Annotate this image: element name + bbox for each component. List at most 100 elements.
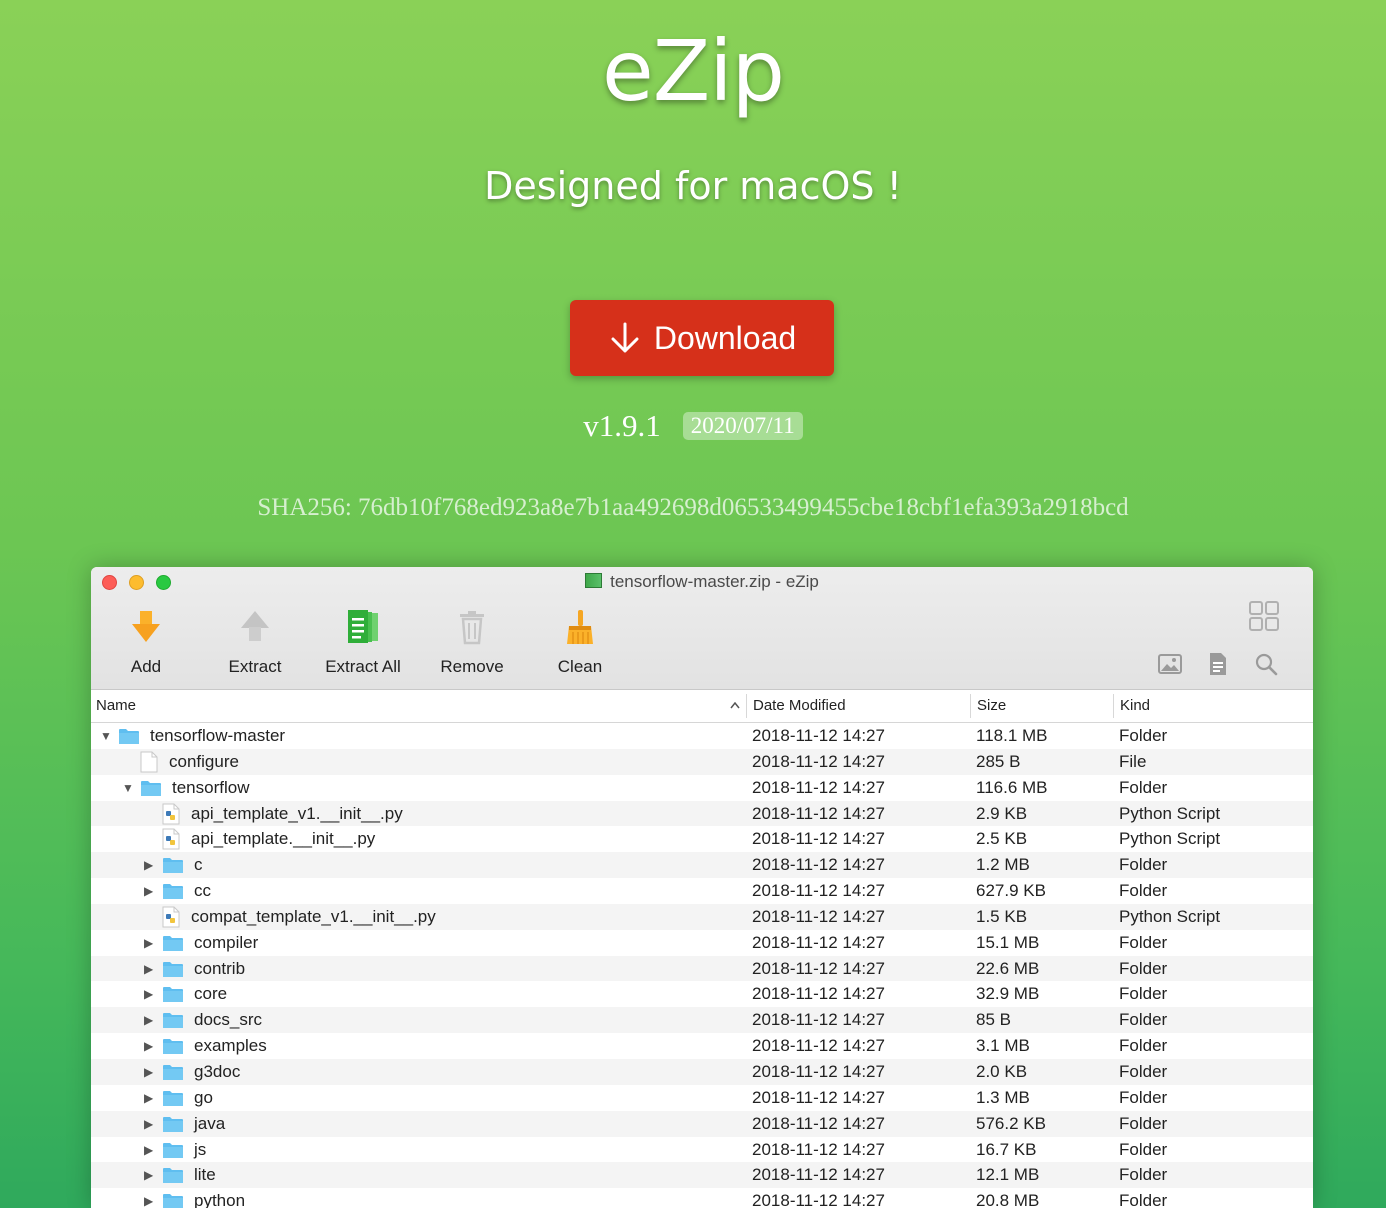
file-row[interactable]: ▶ compiler 2018-11-12 14:27 15.1 MB Folder — [91, 930, 1313, 956]
clean-button[interactable]: Clean — [530, 605, 630, 677]
file-list: ▼ tensorflow-master 2018-11-12 14:27 118.1 … — [91, 723, 1313, 1208]
disclosure-collapsed-icon[interactable]: ▶ — [144, 1059, 153, 1085]
disclosure-collapsed-icon[interactable]: ▶ — [144, 1033, 153, 1059]
file-size: 15.1 MB — [976, 932, 1040, 952]
sort-ascending-icon — [730, 702, 740, 709]
disclosure-collapsed-icon[interactable]: ▶ — [144, 981, 153, 1007]
file-kind: Folder — [1119, 726, 1168, 745]
file-date: 2018-11-12 14:27 — [752, 1036, 885, 1056]
file-date: 2018-11-12 14:27 — [752, 855, 885, 875]
file-row[interactable]: ▼ tensorflow-master 2018-11-12 14:27 118.1 … — [91, 723, 1313, 749]
file-row[interactable]: ▶ python 2018-11-12 14:27 20.8 MB Folder — [91, 1188, 1313, 1208]
file-kind: Folder — [1119, 777, 1168, 797]
column-header-name[interactable]: Name — [91, 690, 746, 722]
add-label: Add — [130, 657, 162, 676]
extract-all-documents-icon — [348, 610, 378, 643]
image-preview-icon[interactable] — [1158, 653, 1182, 675]
column-header-size[interactable]: Size — [972, 690, 1112, 722]
trash-icon — [460, 611, 484, 645]
remove-button[interactable]: Remove — [422, 605, 522, 677]
file-kind: Folder — [1119, 1061, 1168, 1081]
app-subtitle: Designed for macOS ! — [484, 164, 902, 208]
file-date: 2018-11-12 14:27 — [752, 1061, 885, 1081]
file-name: examples — [194, 1036, 267, 1056]
file-row[interactable]: ▶ cc 2018-11-12 14:27 627.9 KB Folder — [91, 878, 1313, 904]
download-button[interactable]: Download — [570, 300, 834, 376]
disclosure-collapsed-icon[interactable]: ▶ — [144, 1111, 153, 1137]
file-row[interactable]: ▶ examples 2018-11-12 14:27 3.1 MB Folder — [91, 1033, 1313, 1059]
folder-icon — [162, 1090, 184, 1112]
folder-icon — [162, 1167, 184, 1189]
file-row[interactable]: api_template_v1.__init__.py 2018-11-12 14… — [91, 800, 1313, 827]
file-kind: Folder — [1119, 932, 1168, 952]
extract-all-button[interactable]: Extract All — [313, 605, 413, 677]
disclosure-collapsed-icon[interactable]: ▶ — [144, 930, 153, 956]
file-name: python — [194, 1191, 246, 1208]
file-row[interactable]: configure 2018-11-12 14:27 285 B File — [91, 748, 1313, 775]
disclosure-collapsed-icon[interactable]: ▶ — [144, 878, 153, 904]
file-kind: Folder — [1119, 1113, 1168, 1133]
disclosure-expanded-icon[interactable]: ▼ — [100, 723, 112, 749]
file-kind: Folder — [1119, 1036, 1168, 1056]
disclosure-collapsed-icon[interactable]: ▶ — [144, 956, 153, 982]
window-title: tensorflow-master.zip - eZip — [91, 572, 1313, 592]
file-row[interactable]: ▶ g3doc 2018-11-12 14:27 2.0 KB Folder — [91, 1058, 1313, 1085]
file-date: 2018-11-12 14:27 — [752, 777, 885, 797]
file-date: 2018-11-12 14:27 — [752, 726, 885, 745]
search-icon[interactable] — [1254, 652, 1278, 676]
disclosure-collapsed-icon[interactable]: ▶ — [144, 852, 153, 878]
column-header-kind[interactable]: Kind — [1115, 690, 1313, 722]
file-size: 116.6 MB — [976, 777, 1048, 797]
extract-arrow-icon — [241, 611, 269, 641]
add-button[interactable]: Add — [96, 605, 196, 677]
file-row[interactable]: compat_template_v1.__init__.py 2018-11-12… — [91, 903, 1313, 930]
column-divider[interactable] — [970, 694, 971, 718]
broom-icon — [567, 610, 593, 644]
download-label: Download — [653, 319, 797, 356]
file-row[interactable]: ▶ java 2018-11-12 14:27 576.2 KB Folder — [91, 1110, 1313, 1138]
column-divider[interactable] — [746, 694, 747, 718]
file-kind: Folder — [1119, 1139, 1168, 1159]
file-date: 2018-11-12 14:27 — [752, 1113, 885, 1133]
file-row[interactable]: ▼ tensorflow 2018-11-12 14:27 116.6 MB Folde… — [91, 775, 1313, 801]
file-row[interactable]: ▶ docs_src 2018-11-12 14:27 85 B Folder — [91, 1007, 1313, 1034]
file-row[interactable]: ▶ js 2018-11-12 14:27 16.7 KB Folder — [91, 1137, 1313, 1163]
file-size: 12.1 MB — [976, 1165, 1040, 1185]
file-row[interactable]: ▶ c 2018-11-12 14:27 1.2 MB Folder — [91, 852, 1313, 879]
file-row[interactable]: api_template.__init__.py 2018-11-12 14:27… — [91, 826, 1313, 852]
column-divider[interactable] — [1113, 694, 1114, 718]
file-name: c — [194, 855, 203, 875]
disclosure-collapsed-icon[interactable]: ▶ — [144, 1007, 153, 1033]
file-row[interactable]: ▶ contrib 2018-11-12 14:27 22.6 MB Folder — [91, 955, 1313, 982]
file-row[interactable]: ▶ go 2018-11-12 14:27 1.3 MB Folder — [91, 1085, 1313, 1111]
document-info-icon[interactable] — [1208, 652, 1228, 676]
disclosure-collapsed-icon[interactable]: ▶ — [144, 1162, 153, 1188]
file-size: 85 B — [976, 1010, 1011, 1030]
file-kind: Folder — [1119, 881, 1168, 901]
file-row[interactable]: ▶ core 2018-11-12 14:27 32.9 MB Folder — [91, 981, 1313, 1007]
disclosure-collapsed-icon[interactable]: ▶ — [144, 1137, 153, 1163]
disclosure-expanded-icon[interactable]: ▼ — [122, 775, 134, 801]
folder-icon — [162, 1012, 184, 1034]
column-header-date[interactable]: Date Modified — [748, 690, 970, 722]
file-size: 2.5 KB — [976, 829, 1028, 849]
folder-icon — [162, 1116, 184, 1138]
disclosure-collapsed-icon[interactable]: ▶ — [144, 1188, 153, 1208]
file-date: 2018-11-12 14:27 — [752, 984, 885, 1004]
file-row[interactable]: ▶ lite 2018-11-12 14:27 12.1 MB Folder — [91, 1162, 1313, 1189]
file-size: 627.9 KB — [976, 881, 1046, 901]
extract-button[interactable]: Extract — [205, 605, 305, 677]
disclosure-collapsed-icon[interactable]: ▶ — [144, 1085, 153, 1111]
file-kind: Python Script — [1119, 906, 1221, 926]
file-name: compiler — [194, 932, 259, 952]
download-arrow-icon — [611, 322, 639, 353]
file-size: 20.8 MB — [976, 1191, 1040, 1208]
grid-view-icon[interactable] — [1248, 600, 1280, 632]
file-size: 22.6 MB — [976, 958, 1040, 978]
folder-icon — [162, 935, 184, 957]
file-name: core — [194, 984, 228, 1004]
column-date-label: Date Modified — [753, 697, 846, 714]
file-name: g3doc — [194, 1061, 241, 1081]
file-size: 1.2 MB — [976, 855, 1030, 875]
folder-icon — [140, 780, 162, 802]
